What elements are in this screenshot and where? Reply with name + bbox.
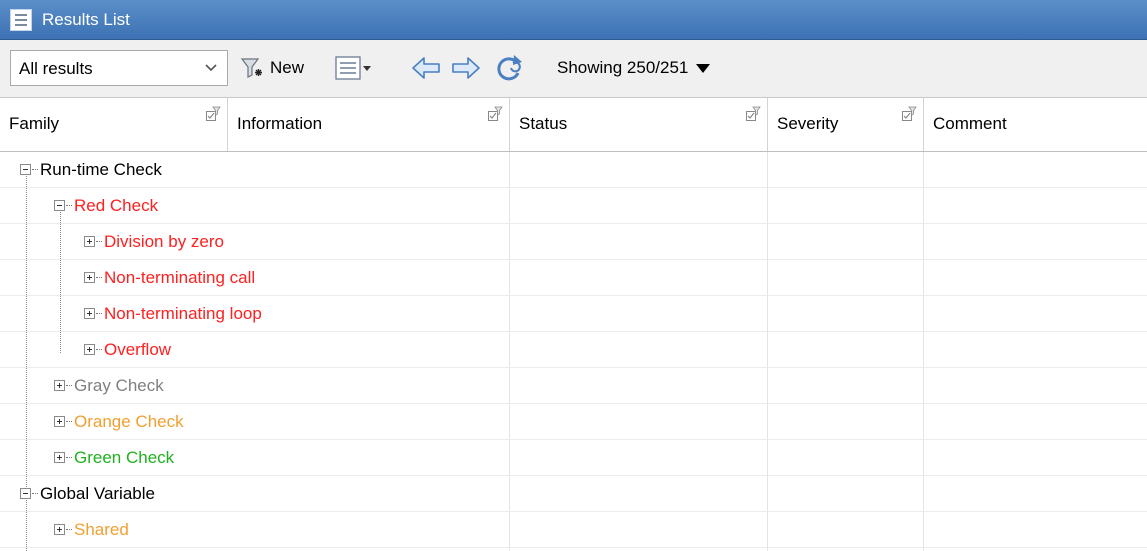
tree-row[interactable]: Red Check — [0, 188, 1147, 224]
tree-node-label: Red Check — [74, 195, 159, 215]
toolbar: All results New Showing 250/251 — [0, 40, 1147, 98]
column-header-comment[interactable]: Comment — [924, 98, 1147, 151]
tree-node: Non-terminating call — [84, 260, 255, 295]
tree-connector — [66, 385, 72, 386]
refresh-button[interactable] — [492, 51, 526, 85]
results-tree: Run-time Check Red Check Division by zer… — [0, 152, 1147, 551]
tree-connector — [66, 529, 72, 530]
window-title: Results List — [42, 9, 130, 29]
column-header-label: Status — [519, 114, 568, 133]
tree-connector — [32, 169, 38, 170]
back-button[interactable] — [410, 51, 442, 85]
tree-row[interactable]: Green Check — [0, 440, 1147, 476]
caret-down-icon — [696, 63, 711, 73]
tree-connector — [66, 457, 72, 458]
tree-connector — [96, 241, 102, 242]
expand-toggle-icon[interactable] — [54, 416, 65, 427]
column-header-status[interactable]: Status — [510, 98, 768, 151]
tree-node-label: Non-terminating call — [104, 267, 256, 287]
tree-node-label: Run-time Check — [40, 159, 162, 179]
filter-icon[interactable] — [205, 106, 221, 122]
tree-node-label: Non-terminating loop — [104, 303, 262, 323]
expand-toggle-icon[interactable] — [54, 524, 65, 535]
tree-node-label: Global Variable — [40, 483, 155, 503]
tree-node-label: Division by zero — [104, 231, 224, 251]
collapse-toggle-icon[interactable] — [20, 488, 31, 499]
filter-icon[interactable] — [745, 106, 761, 122]
filter-icon[interactable] — [901, 106, 917, 122]
tree-connector — [96, 313, 102, 314]
collapse-toggle-icon[interactable] — [20, 164, 31, 175]
title-bar: Results List — [0, 0, 1147, 40]
column-header-label: Comment — [933, 114, 1007, 133]
tree-row[interactable]: Gray Check — [0, 368, 1147, 404]
tree-row[interactable]: Non-terminating call — [0, 260, 1147, 296]
tree-connector — [32, 493, 38, 494]
tree-connector — [66, 421, 72, 422]
column-header-label: Severity — [777, 114, 839, 133]
tree-node: Global Variable — [20, 476, 155, 511]
tree-row[interactable]: Run-time Check — [0, 152, 1147, 188]
tree-row[interactable]: Overflow — [0, 332, 1147, 368]
tree-node: Overflow — [84, 332, 171, 367]
results-filter-value: All results — [19, 59, 93, 78]
column-header-label: Information — [237, 114, 323, 133]
tree-row[interactable]: Orange Check — [0, 404, 1147, 440]
tree-row[interactable]: Global Variable — [0, 476, 1147, 512]
expand-toggle-icon[interactable] — [84, 236, 95, 247]
new-filter-label: New — [270, 58, 305, 77]
tree-node: Gray Check — [54, 368, 164, 403]
tree-node-label: Overflow — [104, 339, 172, 359]
columns-menu-button[interactable] — [333, 51, 375, 85]
column-header-label: Family — [9, 114, 60, 133]
tree-node-label: Green Check — [74, 447, 175, 467]
collapse-toggle-icon[interactable] — [54, 200, 65, 211]
tree-row[interactable]: Non-terminating loop — [0, 296, 1147, 332]
tree-node-label: Orange Check — [74, 411, 184, 431]
results-filter-select[interactable]: All results — [10, 50, 228, 86]
column-header-row: Family Information Status Severity Comme… — [0, 98, 1147, 152]
filter-icon[interactable] — [487, 106, 503, 122]
forward-arrow-icon — [452, 57, 480, 79]
new-filter-icon — [240, 58, 262, 78]
expand-toggle-icon[interactable] — [84, 308, 95, 319]
expand-toggle-icon[interactable] — [54, 380, 65, 391]
list-icon — [10, 8, 32, 31]
tree-node: Run-time Check — [20, 152, 162, 187]
tree-connector — [96, 277, 102, 278]
tree-connector — [96, 349, 102, 350]
showing-count-dropdown[interactable]: Showing 250/251 — [557, 58, 711, 78]
chevron-down-icon — [205, 64, 217, 72]
columns-menu-icon — [335, 56, 371, 80]
tree-node: Green Check — [54, 440, 174, 475]
refresh-icon — [497, 55, 522, 81]
new-filter-button[interactable]: New — [240, 51, 304, 85]
tree-node-label: Gray Check — [74, 375, 164, 395]
column-header-severity[interactable]: Severity — [768, 98, 924, 151]
expand-toggle-icon[interactable] — [84, 344, 95, 355]
tree-node: Red Check — [54, 188, 158, 223]
tree-node-label: Shared — [74, 519, 129, 539]
tree-row[interactable]: Division by zero — [0, 224, 1147, 260]
tree-node: Division by zero — [84, 224, 224, 259]
forward-button[interactable] — [450, 51, 482, 85]
column-header-information[interactable]: Information — [228, 98, 510, 151]
expand-toggle-icon[interactable] — [84, 272, 95, 283]
showing-count-label: Showing 250/251 — [557, 58, 689, 77]
back-arrow-icon — [412, 57, 440, 79]
tree-row[interactable]: Shared — [0, 512, 1147, 548]
results-list-window: Results List All results New Showing 250… — [0, 0, 1147, 551]
tree-node: Shared — [54, 512, 129, 547]
tree-node: Non-terminating loop — [84, 296, 262, 331]
tree-connector — [66, 205, 72, 206]
expand-toggle-icon[interactable] — [54, 452, 65, 463]
tree-node: Orange Check — [54, 404, 184, 439]
column-header-family[interactable]: Family — [0, 98, 228, 151]
